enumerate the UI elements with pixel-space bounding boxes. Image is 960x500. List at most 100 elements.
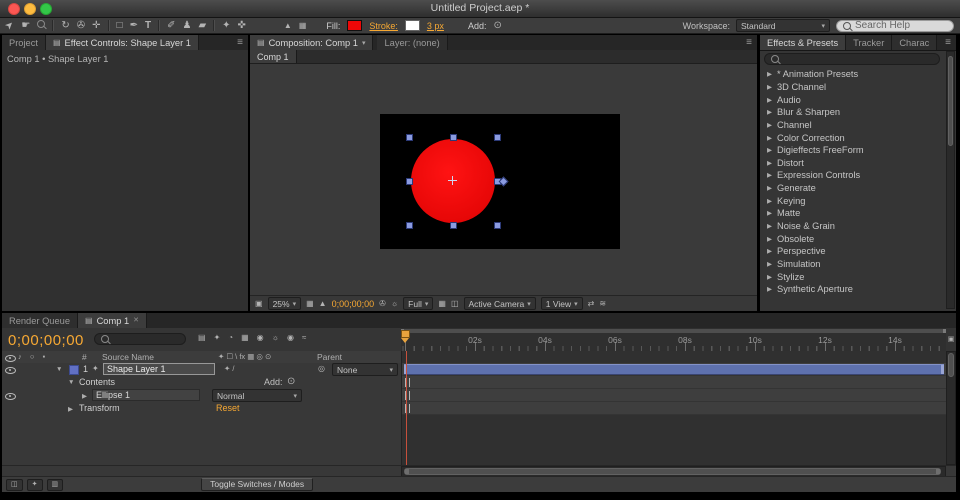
transform-reset-link[interactable]: Reset <box>216 403 240 413</box>
timeline-hscroll-thumb[interactable] <box>404 468 941 475</box>
twirl-closed-icon[interactable]: ▶ <box>767 209 772 217</box>
twirl-closed-icon[interactable]: ▶ <box>767 197 772 205</box>
effects-category-row[interactable]: ▶Digieffects FreeForm <box>760 144 944 157</box>
camera-tool-icon[interactable]: ✇ <box>77 21 85 31</box>
group-row-ellipse-1[interactable]: ▶ Ellipse 1 Normal ▾ <box>2 389 401 402</box>
effects-category-row[interactable]: ▶Blur & Sharpen <box>760 106 944 119</box>
group-row-transform[interactable]: ▶ Transform Reset <box>2 402 401 415</box>
twirl-closed-icon[interactable]: ▶ <box>767 146 772 154</box>
tab-effect-controls[interactable]: ▤ Effect Controls: Shape Layer 1 <box>46 35 199 50</box>
brainstorm-icon[interactable]: ☼ <box>272 334 279 342</box>
text-tool-icon[interactable]: T <box>145 21 151 31</box>
effects-category-row[interactable]: ▶3D Channel <box>760 81 944 94</box>
panel-menu-icon[interactable]: ≡ <box>232 35 248 50</box>
twirl-closed-icon[interactable]: ▶ <box>767 134 772 142</box>
roto-brush-tool-icon[interactable]: ✦ <box>222 21 230 31</box>
effects-category-row[interactable]: ▶Expression Controls <box>760 169 944 182</box>
effects-category-row[interactable]: ▶Audio <box>760 93 944 106</box>
zoom-window-button[interactable] <box>40 3 52 15</box>
current-time-indicator-line[interactable] <box>406 351 407 465</box>
draft-3d-icon[interactable]: ✦ <box>214 334 221 342</box>
search-help-field[interactable] <box>836 20 954 32</box>
panel-menu-icon[interactable]: ≡ <box>940 35 956 50</box>
transparency-grid-icon[interactable]: ▦ <box>438 300 446 308</box>
twirl-open-icon[interactable]: ▼ <box>68 379 74 386</box>
tab-timeline-comp1[interactable]: ▤ Comp 1 ✕ <box>78 313 147 328</box>
effects-category-row[interactable]: ▶Stylize <box>760 270 944 283</box>
twirl-open-icon[interactable]: ▼ <box>56 366 62 373</box>
timeline-vertical-scrollbar[interactable] <box>946 351 956 465</box>
selection-handle[interactable] <box>494 134 501 141</box>
effects-category-row[interactable]: ▶Generate <box>760 182 944 195</box>
twirl-closed-icon[interactable]: ▶ <box>767 285 772 293</box>
work-area-bar[interactable] <box>401 329 946 333</box>
comp-timecode[interactable]: 0;00;00;00 <box>332 299 375 309</box>
comp-marker-bin[interactable]: ▣ <box>946 328 956 352</box>
add-shape-icon[interactable]: ⊙ <box>493 21 501 31</box>
mask-visibility-icon[interactable]: ▲ <box>284 22 292 30</box>
twirl-closed-icon[interactable]: ▶ <box>767 184 772 192</box>
composition-frame[interactable] <box>380 114 620 249</box>
panel-menu-icon[interactable]: ≡ <box>741 35 757 50</box>
motion-blur-icon[interactable]: ◉ <box>257 334 264 342</box>
selection-handle[interactable] <box>494 222 501 229</box>
expand-transfer-controls-button[interactable]: ✦ <box>27 479 43 491</box>
tab-composition[interactable]: ▤ Composition: Comp 1 ▾ <box>250 35 373 50</box>
twirl-closed-icon[interactable]: ▶ <box>767 260 772 268</box>
shy-layers-icon[interactable]: ◔ <box>228 334 233 342</box>
effects-category-row[interactable]: ▶Noise & Grain <box>760 220 944 233</box>
selection-tool-icon[interactable]: ➤ <box>4 19 17 32</box>
close-window-button[interactable] <box>8 3 20 15</box>
stroke-label[interactable]: Stroke: <box>369 21 398 31</box>
effects-scrollbar[interactable] <box>946 51 955 309</box>
twirl-closed-icon[interactable]: ▶ <box>767 247 772 255</box>
layer-switch-marks[interactable]: ✦ / <box>224 364 234 373</box>
twirl-closed-icon[interactable]: ▶ <box>68 405 73 413</box>
exposure-icon[interactable]: ☼ <box>391 300 398 308</box>
twirl-closed-icon[interactable]: ▶ <box>767 83 772 91</box>
ellipse-name-box[interactable]: Ellipse 1 <box>92 389 200 401</box>
selection-handle[interactable] <box>406 134 413 141</box>
blend-mode-dropdown[interactable]: Normal ▾ <box>212 389 302 402</box>
pan-behind-tool-icon[interactable]: ✛ <box>92 21 100 31</box>
grid-overlay-icon[interactable]: ▦ <box>299 22 307 30</box>
search-help-input[interactable] <box>855 20 947 31</box>
effects-category-row[interactable]: ▶* Animation Presets <box>760 68 944 81</box>
twirl-closed-icon[interactable]: ▶ <box>767 235 772 243</box>
tab-project[interactable]: Project <box>2 35 46 50</box>
magnification-dropdown[interactable]: 25% ▾ <box>268 297 302 310</box>
selection-handle[interactable] <box>406 222 413 229</box>
effects-category-row[interactable]: ▶Matte <box>760 207 944 220</box>
add-property-icon[interactable]: ⊙ <box>287 377 295 387</box>
region-of-interest-icon[interactable]: ▣ <box>255 300 263 308</box>
anchor-point-icon[interactable] <box>448 176 457 185</box>
fast-preview-icon[interactable]: ≋ <box>599 300 606 308</box>
group-row-contents[interactable]: ▼ Contents Add: ⊙ <box>2 376 401 389</box>
twirl-closed-icon[interactable]: ▶ <box>767 121 772 129</box>
parent-dropdown[interactable]: None ▾ <box>332 363 398 376</box>
puppet-pin-tool-icon[interactable]: ✜ <box>238 21 246 31</box>
composition-viewport[interactable] <box>250 64 757 295</box>
effects-category-row[interactable]: ▶Synthetic Aperture <box>760 283 944 296</box>
effects-search-field[interactable] <box>764 53 940 65</box>
shape-tool-icon[interactable]: □ <box>117 21 123 31</box>
twirl-closed-icon[interactable]: ▶ <box>767 171 772 179</box>
mini-flowchart-icon[interactable]: ▤ <box>198 334 206 342</box>
tab-layer[interactable]: Layer: (none) <box>377 35 447 50</box>
stroke-color-swatch[interactable] <box>405 20 420 31</box>
parent-pick-whip-icon[interactable]: ◎ <box>318 365 325 373</box>
current-time-indicator-head[interactable] <box>401 330 410 342</box>
timeline-search-input[interactable] <box>113 334 179 345</box>
twirl-closed-icon[interactable]: ▶ <box>767 96 772 104</box>
choose-grid-icon[interactable]: ▦ <box>306 300 314 308</box>
zoom-handle-right[interactable] <box>936 469 940 474</box>
stroke-width-value[interactable]: 3 px <box>427 21 444 31</box>
pen-tool-icon[interactable]: ✒ <box>130 21 138 31</box>
effects-scrollbar-thumb[interactable] <box>948 56 953 146</box>
twirl-closed-icon[interactable]: ▶ <box>767 273 772 281</box>
selection-handle[interactable] <box>450 222 457 229</box>
effects-category-row[interactable]: ▶Simulation <box>760 258 944 271</box>
auto-keyframe-icon[interactable]: ◉ <box>287 334 294 342</box>
expand-layer-switches-button[interactable]: ◫ <box>6 479 23 491</box>
twirl-closed-icon[interactable]: ▶ <box>767 108 772 116</box>
